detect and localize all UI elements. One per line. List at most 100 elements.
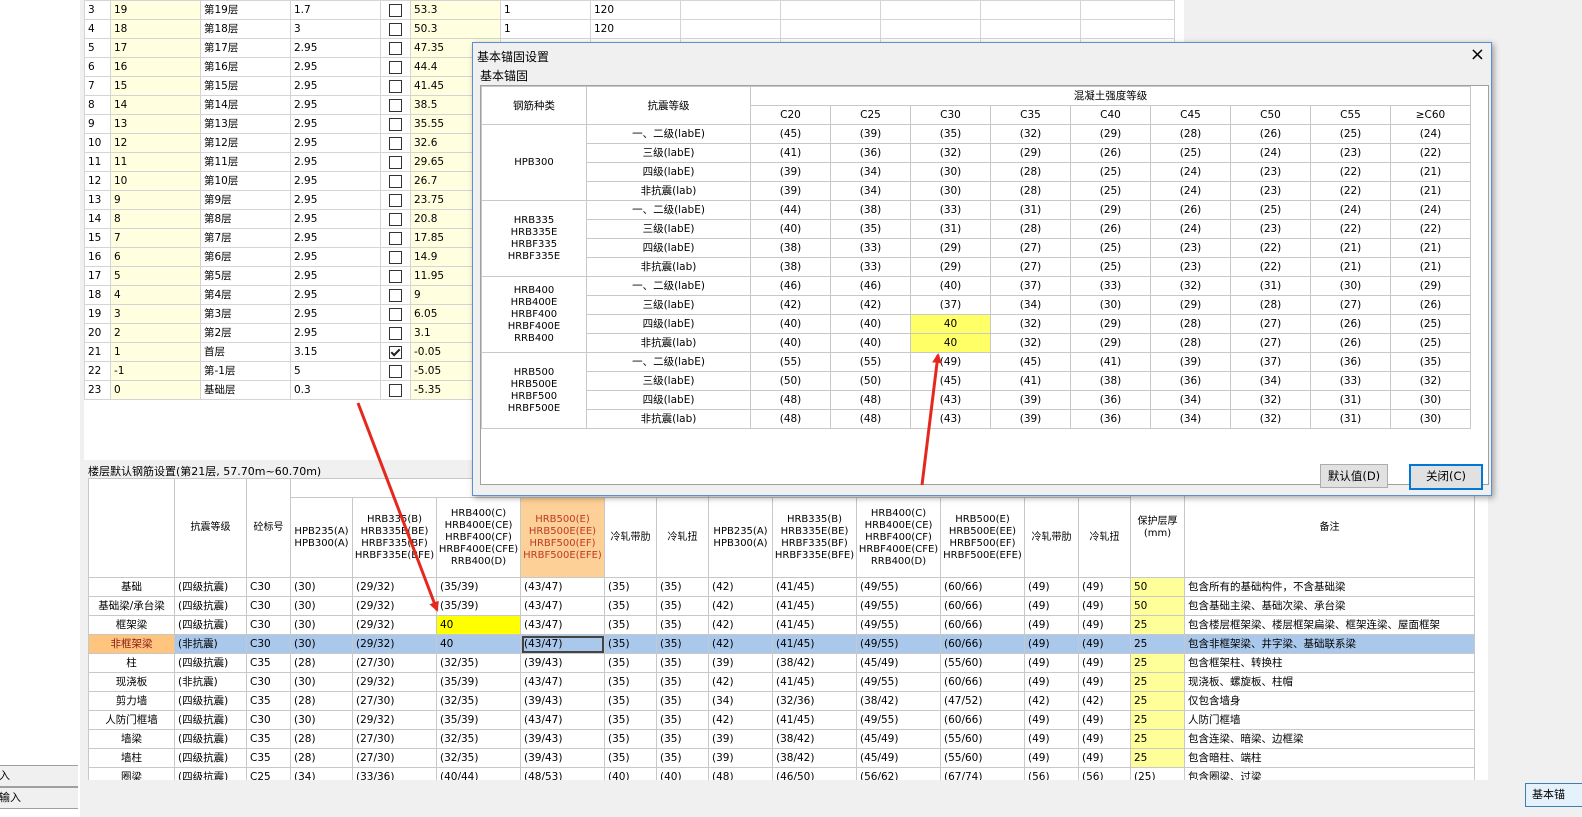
rebar-value-cell[interactable]: (35/39)	[436, 672, 521, 692]
rebar-value-cell[interactable]: (29/32)	[352, 672, 437, 692]
anchorage-value-cell[interactable]: (49)	[910, 352, 991, 372]
anchorage-value-cell[interactable]: (42)	[830, 295, 911, 315]
anchorage-value-cell[interactable]: (28)	[1150, 333, 1231, 353]
floor-is-ground-cell[interactable]	[380, 76, 411, 96]
floor-is-ground-cell[interactable]	[380, 304, 411, 324]
rebar-note-cell[interactable]: 包含暗柱、端柱	[1184, 748, 1475, 768]
rebar-value-cell[interactable]: (49)	[1078, 710, 1131, 730]
anchorage-value-cell[interactable]: (31)	[1310, 409, 1391, 429]
rebar-value-cell[interactable]: (30)	[290, 596, 353, 616]
rebar-value-cell[interactable]: (60/66)	[940, 577, 1025, 597]
rebar-note-cell[interactable]: 包含连梁、暗梁、边框梁	[1184, 729, 1475, 749]
ground-floor-checkbox[interactable]	[389, 326, 402, 340]
ground-floor-checkbox[interactable]	[389, 41, 402, 55]
floor-is-ground-cell[interactable]	[380, 171, 411, 191]
anchorage-value-cell[interactable]: (21)	[1390, 238, 1471, 258]
floor-code-cell[interactable]: 12	[110, 133, 201, 153]
ground-floor-checkbox[interactable]	[389, 136, 402, 150]
rebar-cover-cell[interactable]: 25	[1130, 653, 1185, 673]
anchorage-value-cell[interactable]: (21)	[1390, 257, 1471, 277]
rebar-seismic-cell[interactable]: (四级抗震)	[174, 596, 247, 616]
floor-height-cell[interactable]: 2.95	[290, 95, 381, 115]
anchorage-value-cell[interactable]: (37)	[990, 276, 1071, 296]
floor-name-cell[interactable]: 第9层	[200, 190, 291, 210]
rebar-value-cell[interactable]: (55/60)	[940, 729, 1025, 749]
rebar-value-cell[interactable]: (49/55)	[856, 615, 941, 635]
rebar-note-cell[interactable]: 包含圈梁、过梁	[1184, 767, 1475, 780]
floor-name-cell[interactable]: 第-1层	[200, 361, 291, 381]
anchorage-value-cell[interactable]: (39)	[990, 390, 1071, 410]
anchorage-value-cell[interactable]: (22)	[1230, 238, 1311, 258]
anchorage-value-cell[interactable]: (36)	[1150, 371, 1231, 391]
anchorage-value-cell[interactable]: (33)	[910, 200, 991, 220]
anchorage-value-cell[interactable]: (30)	[1390, 390, 1471, 410]
ground-floor-checkbox[interactable]	[389, 383, 402, 397]
floor-is-ground-cell[interactable]	[380, 133, 411, 153]
anchorage-value-cell[interactable]: (25)	[1230, 200, 1311, 220]
rebar-cover-cell[interactable]: 25	[1130, 691, 1185, 711]
anchorage-value-cell[interactable]: (32)	[1150, 276, 1231, 296]
ground-floor-checkbox[interactable]	[389, 98, 402, 112]
close-dialog-button[interactable]: 关闭(C)	[1409, 464, 1483, 490]
floor-index-cell[interactable]: 6	[84, 57, 111, 77]
anchorage-value-cell[interactable]: (39)	[830, 124, 911, 144]
floor-is-ground-cell[interactable]	[380, 247, 411, 267]
floor-code-cell[interactable]: 9	[110, 190, 201, 210]
rebar-value-cell[interactable]: (35)	[604, 748, 657, 768]
anchorage-value-cell[interactable]: (33)	[1070, 276, 1151, 296]
rebar-value-cell[interactable]: (49)	[1078, 577, 1131, 597]
rebar-value-cell[interactable]: (49)	[1078, 748, 1131, 768]
rebar-value-cell[interactable]: (28)	[290, 748, 353, 768]
anchorage-value-cell[interactable]: (22)	[1310, 181, 1391, 201]
rebar-value-cell[interactable]: (49)	[1024, 710, 1079, 730]
floor-name-cell[interactable]: 第15层	[200, 76, 291, 96]
anchorage-value-cell[interactable]: (26)	[1230, 124, 1311, 144]
floor-index-cell[interactable]: 3	[84, 0, 111, 20]
rebar-value-cell[interactable]: (43/47)	[520, 596, 605, 616]
ground-floor-checkbox[interactable]	[389, 3, 402, 17]
rebar-value-cell[interactable]: (41/45)	[772, 615, 857, 635]
rebar-value-cell[interactable]: (40)	[656, 767, 709, 780]
floor-code-cell[interactable]: 1	[110, 342, 201, 362]
floor-is-ground-cell[interactable]	[380, 38, 411, 58]
rebar-value-cell[interactable]: (42)	[708, 672, 773, 692]
anchorage-value-cell[interactable]: (22)	[1310, 162, 1391, 182]
rebar-value-cell[interactable]: (56)	[1024, 767, 1079, 780]
rebar-concrete-cell[interactable]: C30	[246, 577, 291, 597]
anchorage-value-cell[interactable]: (27)	[990, 238, 1071, 258]
floor-index-cell[interactable]: 22	[84, 361, 111, 381]
floor-name-cell[interactable]: 第6层	[200, 247, 291, 267]
anchorage-value-cell[interactable]: (27)	[990, 257, 1071, 277]
rebar-value-cell[interactable]: (39)	[708, 748, 773, 768]
floor-name-cell[interactable]: 第11层	[200, 152, 291, 172]
anchorage-value-cell[interactable]: (32)	[1230, 409, 1311, 429]
rebar-value-cell[interactable]: (60/66)	[940, 634, 1025, 654]
rebar-value-cell[interactable]: (27/30)	[352, 653, 437, 673]
anchorage-value-cell[interactable]: (41)	[1070, 352, 1151, 372]
floor-code-cell[interactable]: 11	[110, 152, 201, 172]
rebar-value-cell[interactable]: (49)	[1024, 672, 1079, 692]
rebar-row[interactable]: 非框架梁 (非抗震) C30 (30) (29/32) 40 (43/47) (35) (35)…	[88, 634, 1475, 654]
rebar-value-cell[interactable]: (32/35)	[436, 691, 521, 711]
floor-is-ground-cell[interactable]	[380, 380, 411, 400]
floor-height-cell[interactable]: 2.95	[290, 304, 381, 324]
anchorage-value-cell[interactable]: (23)	[1230, 219, 1311, 239]
floor-is-ground-cell[interactable]	[380, 57, 411, 77]
rebar-value-cell[interactable]: (45/49)	[856, 748, 941, 768]
ground-floor-checkbox[interactable]	[389, 269, 402, 283]
ground-floor-checkbox[interactable]	[389, 193, 402, 207]
anchorage-value-cell[interactable]: (26)	[1070, 219, 1151, 239]
rebar-value-cell[interactable]: (39/43)	[520, 729, 605, 749]
floor-height-cell[interactable]: 2.95	[290, 171, 381, 191]
rebar-value-cell[interactable]: (41/45)	[772, 596, 857, 616]
rebar-seismic-cell[interactable]: (四级抗震)	[174, 748, 247, 768]
floor-name-cell[interactable]: 第19层	[200, 0, 291, 20]
floor-is-ground-cell[interactable]	[380, 266, 411, 286]
anchorage-value-cell[interactable]: (55)	[830, 352, 911, 372]
rebar-concrete-cell[interactable]: C30	[246, 615, 291, 635]
rebar-row[interactable]: 现浇板 (非抗震) C30 (30) (29/32) (35/39) (43/47) (35)…	[88, 672, 1475, 692]
rebar-value-cell[interactable]: (38/42)	[772, 729, 857, 749]
floor-index-cell[interactable]: 14	[84, 209, 111, 229]
anchorage-value-cell[interactable]: (22)	[1390, 143, 1471, 163]
floor-code-cell[interactable]: 3	[110, 304, 201, 324]
